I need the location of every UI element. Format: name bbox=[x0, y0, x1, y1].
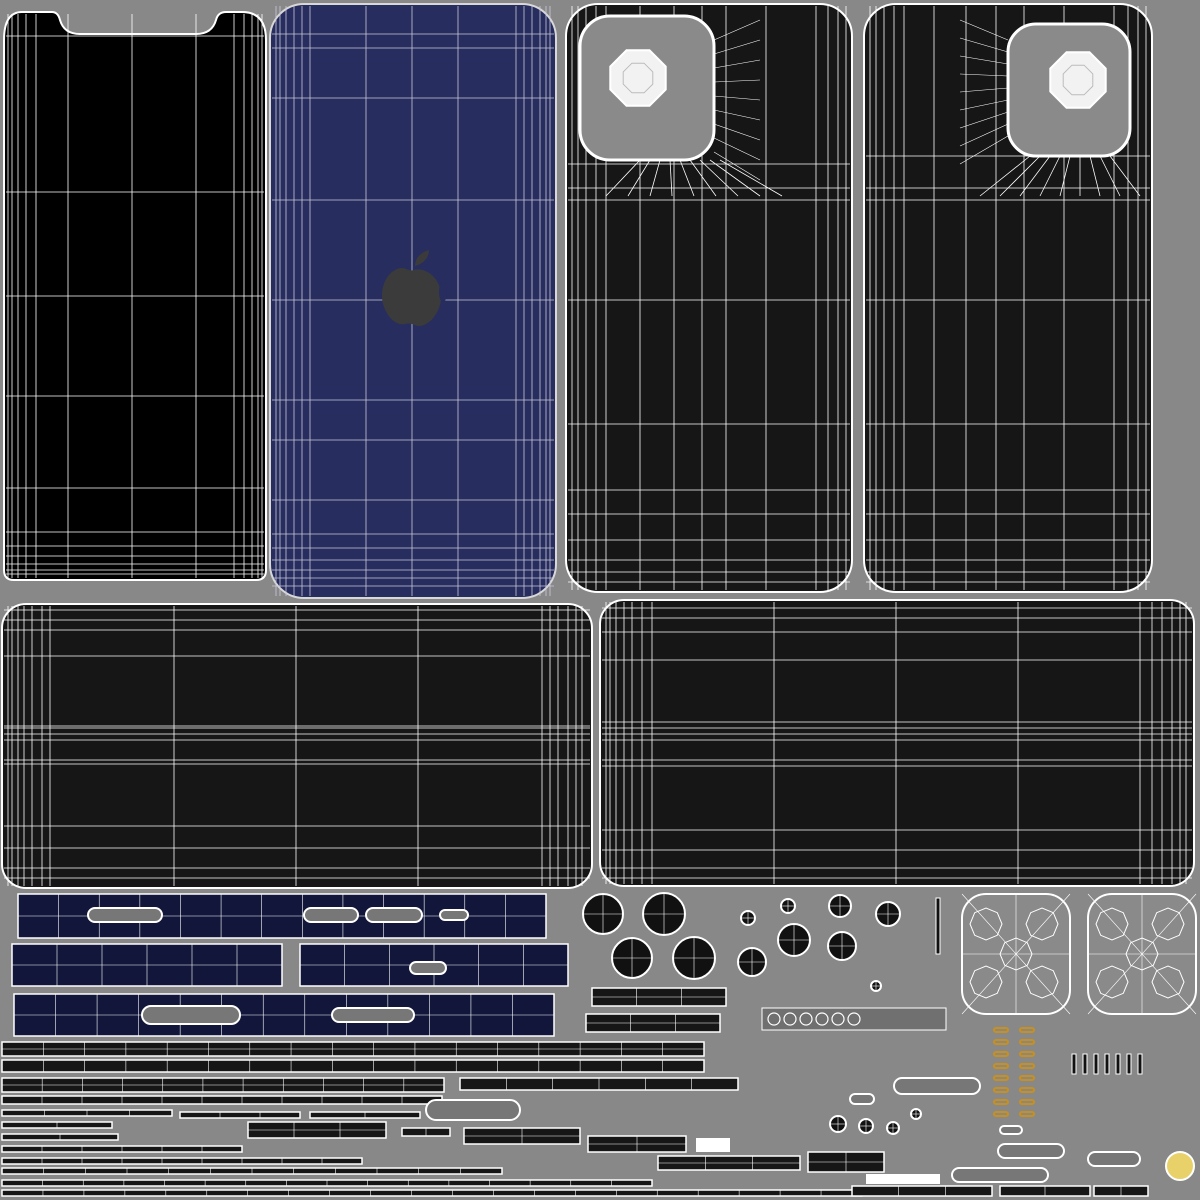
rear-housing-panel-1 bbox=[565, 3, 853, 593]
white-patch bbox=[866, 1174, 940, 1184]
button-outline bbox=[999, 1125, 1023, 1135]
small-bar bbox=[1126, 1053, 1132, 1075]
edge-strip bbox=[1, 1059, 705, 1073]
button-outline bbox=[365, 907, 423, 923]
small-bar bbox=[1104, 1053, 1110, 1075]
button-outline bbox=[87, 907, 163, 923]
rear-housing-panel-2 bbox=[863, 3, 1153, 593]
camera-lens-icon bbox=[609, 49, 667, 107]
uv-wireframe-canvas bbox=[0, 0, 1200, 1200]
small-bar bbox=[1115, 1053, 1121, 1075]
front-screen-panel bbox=[3, 11, 267, 581]
button-outline bbox=[951, 1167, 1049, 1183]
sensor-dot bbox=[1165, 1151, 1195, 1181]
button-outline bbox=[303, 907, 359, 923]
button-outline bbox=[849, 1093, 875, 1105]
camera-bump-mesh-1 bbox=[961, 893, 1071, 1015]
button-outline bbox=[1087, 1151, 1141, 1167]
edge-strip bbox=[179, 1111, 301, 1119]
button-outline bbox=[893, 1077, 981, 1095]
small-bar bbox=[1082, 1053, 1088, 1075]
button-outline bbox=[331, 1007, 415, 1023]
edge-strip bbox=[1, 1095, 443, 1105]
small-bar bbox=[1071, 1053, 1077, 1075]
side-frame-panel-left bbox=[1, 603, 593, 889]
button-outline bbox=[439, 909, 469, 921]
button-outline bbox=[425, 1099, 521, 1121]
small-bar bbox=[1137, 1053, 1143, 1075]
button-outline bbox=[409, 961, 447, 975]
uv-texture-sheet bbox=[0, 0, 1200, 1200]
edge-strip bbox=[1, 1157, 363, 1165]
back-glass-panel bbox=[269, 3, 557, 599]
speaker-grill bbox=[761, 1007, 947, 1031]
button-outline bbox=[997, 1143, 1065, 1159]
camera-bump-mesh-2 bbox=[1087, 893, 1197, 1015]
button-outline bbox=[141, 1005, 241, 1025]
small-bar bbox=[935, 897, 941, 955]
edge-strip bbox=[1, 1189, 863, 1197]
side-frame-panel-right bbox=[599, 599, 1195, 887]
small-bar bbox=[1093, 1053, 1099, 1075]
white-patch bbox=[696, 1138, 730, 1152]
camera-lens-icon bbox=[1049, 51, 1107, 109]
edge-strip bbox=[851, 1185, 993, 1197]
